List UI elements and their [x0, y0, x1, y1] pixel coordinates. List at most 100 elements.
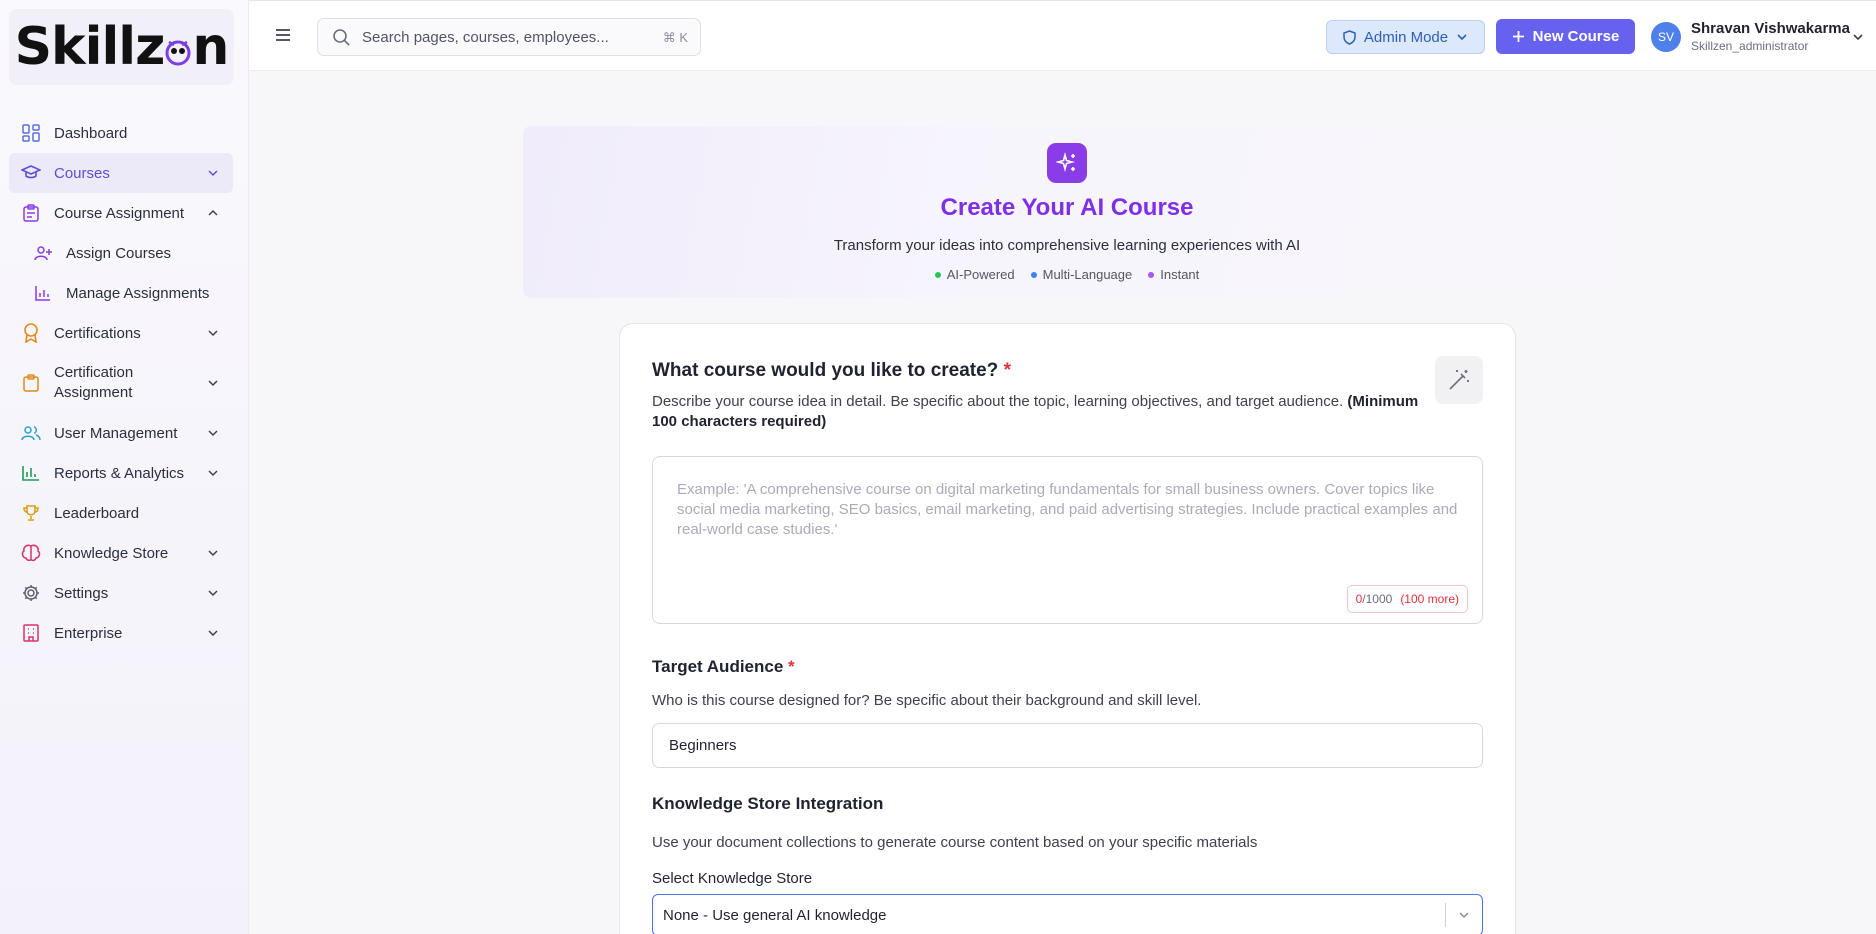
sidebar-item-certifications[interactable]: Certifications: [9, 313, 233, 353]
search-shortcut: ⌘ K: [662, 30, 688, 45]
shield-icon: [1343, 29, 1356, 45]
chevron-down-icon[interactable]: [1458, 909, 1470, 921]
chevron-up-icon: [208, 209, 218, 216]
chevron-down-icon: [208, 630, 218, 637]
chevron-down-icon: [1457, 34, 1467, 41]
chevron-down-icon: [208, 430, 218, 437]
sidebar: Skillz n Dashboard Courses Course Assign…: [0, 0, 249, 934]
sidebar-item-settings[interactable]: Settings: [9, 573, 233, 613]
tag-label: Instant: [1160, 267, 1200, 282]
new-course-button[interactable]: New Course: [1496, 19, 1635, 54]
brain-icon: [21, 543, 41, 563]
counter-remaining: (100 more): [1400, 592, 1459, 606]
magic-wand-button[interactable]: [1435, 356, 1483, 404]
hero-tags: AI-Powered Multi-Language Instant: [523, 267, 1611, 282]
user-role: Skillzen_administrator: [1691, 39, 1809, 53]
sidebar-item-courses[interactable]: Courses: [9, 153, 233, 193]
sidebar-item-label: Course Assignment: [54, 204, 185, 222]
dashboard-icon: [21, 123, 41, 143]
sidebar-item-label: Reports & Analytics: [54, 464, 185, 482]
search-input[interactable]: Search pages, courses, employees... ⌘ K: [317, 18, 701, 56]
target-audience-description: Who is this course designed for? Be spec…: [652, 692, 1202, 709]
clipboard-check-icon: [21, 373, 41, 393]
tag-ai-powered: AI-Powered: [934, 267, 1015, 282]
graduation-cap-icon: [21, 163, 41, 183]
clipboard-icon: [21, 203, 41, 223]
magic-wand-icon: [1449, 370, 1469, 390]
sidebar-item-leaderboard[interactable]: Leaderboard: [9, 493, 233, 533]
knowledge-store-select[interactable]: None - Use general AI knowledge: [652, 894, 1483, 934]
sidebar-item-course-assignment[interactable]: Course Assignment: [9, 193, 233, 233]
knowledge-store-description: Use your document collections to generat…: [652, 834, 1258, 851]
logo-text: Skillz: [14, 17, 166, 77]
knowledge-store-heading: Knowledge Store Integration: [652, 794, 884, 813]
hamburger-menu-icon[interactable]: [273, 25, 293, 45]
target-audience-input[interactable]: Beginners: [652, 723, 1483, 768]
sidebar-item-reports-analytics[interactable]: Reports & Analytics: [9, 453, 233, 493]
brand-logo[interactable]: Skillz n: [9, 9, 234, 85]
character-counter: 0/1000 (100 more): [1346, 585, 1468, 613]
sidebar-item-label: Leaderboard: [54, 504, 140, 522]
tag-instant: Instant: [1148, 267, 1199, 282]
building-icon: [21, 623, 41, 643]
target-audience-label: Target Audience *: [652, 657, 795, 677]
course-description-placeholder: Example: 'A comprehensive course on digi…: [677, 481, 1458, 538]
chevron-down-icon: [208, 470, 218, 477]
sidebar-item-assign-courses[interactable]: Assign Courses: [9, 233, 233, 273]
required-mark: *: [788, 657, 795, 676]
sidebar-item-label: User Management: [54, 424, 178, 442]
tag-label: AI-Powered: [946, 267, 1015, 282]
sidebar-nav: Dashboard Courses Course Assignment Assi…: [9, 113, 233, 653]
course-question-description: Describe your course idea in detail. Be …: [652, 392, 1432, 432]
green-dot-icon: [934, 271, 941, 278]
course-desc-text: Describe your course idea in detail. Be …: [652, 393, 1344, 410]
tag-multi-language: Multi-Language: [1030, 267, 1133, 282]
new-course-label: New Course: [1532, 28, 1620, 45]
sidebar-item-manage-assignments[interactable]: Manage Assignments: [9, 273, 233, 313]
knowledge-store-selected-value: None - Use general AI knowledge: [663, 906, 887, 924]
avatar[interactable]: SV: [1651, 22, 1681, 52]
knowledge-store-select-label: Select Knowledge Store: [652, 870, 813, 887]
sidebar-item-label: Courses: [54, 164, 110, 182]
chevron-down-icon: [208, 170, 218, 177]
owl-logo-icon: [165, 40, 191, 66]
sidebar-item-label: Certifications: [54, 324, 141, 342]
create-course-form: What course would you like to create? * …: [619, 323, 1516, 934]
target-audience-text: Target Audience: [652, 657, 784, 676]
users-icon: [21, 423, 41, 443]
hero-banner: Create Your AI Course Transform your ide…: [523, 126, 1611, 298]
sidebar-item-label: Settings: [54, 584, 109, 602]
user-name[interactable]: Shravan Vishwakarma: [1691, 20, 1850, 37]
bar-chart-icon: [33, 283, 53, 303]
search-placeholder: Search pages, courses, employees...: [362, 28, 609, 46]
course-question-label: What course would you like to create? *: [652, 360, 1011, 382]
top-header: Search pages, courses, employees... ⌘ K …: [249, 0, 1876, 71]
course-description-textarea[interactable]: Example: 'A comprehensive course on digi…: [652, 456, 1483, 624]
logo-text-tail: n: [192, 17, 229, 77]
sidebar-item-knowledge-store[interactable]: Knowledge Store: [9, 533, 233, 573]
user-menu-chevron-icon[interactable]: [1852, 31, 1864, 43]
counter-max: /1000: [1362, 592, 1393, 606]
analytics-icon: [21, 463, 41, 483]
blue-dot-icon: [1030, 271, 1037, 278]
sidebar-item-dashboard[interactable]: Dashboard: [9, 113, 233, 153]
required-mark: *: [1003, 360, 1011, 381]
sidebar-item-certification-assignment[interactable]: Certification Assignment: [9, 353, 233, 413]
gear-icon: [21, 583, 41, 603]
purple-dot-icon: [1148, 271, 1155, 278]
tag-label: Multi-Language: [1042, 267, 1133, 282]
sidebar-item-label: Enterprise: [54, 624, 123, 642]
admin-mode-button[interactable]: Admin Mode: [1326, 20, 1485, 54]
user-plus-icon: [33, 243, 53, 263]
sidebar-item-user-management[interactable]: User Management: [9, 413, 233, 453]
sidebar-item-label: Certification Assignment: [54, 364, 134, 401]
chevron-down-icon: [208, 380, 218, 387]
sidebar-item-label: Knowledge Store: [54, 544, 169, 562]
plus-icon: [1512, 31, 1524, 42]
page-title: Create Your AI Course: [940, 194, 1194, 221]
sidebar-item-label: Manage Assignments: [66, 284, 210, 302]
select-divider: [1445, 903, 1446, 927]
sidebar-item-label: Dashboard: [54, 124, 128, 142]
admin-mode-label: Admin Mode: [1363, 28, 1449, 46]
sidebar-item-enterprise[interactable]: Enterprise: [9, 613, 233, 653]
